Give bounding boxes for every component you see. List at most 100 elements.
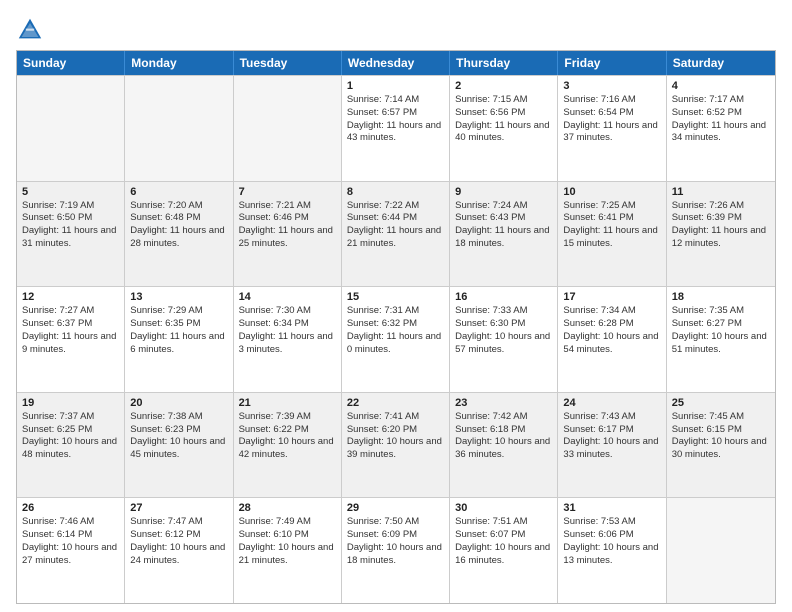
day-number: 11 (672, 186, 770, 198)
day-number: 3 (563, 80, 660, 92)
calendar-cell: 22 Sunrise: 7:41 AM Sunset: 6:20 PM Dayli… (342, 393, 450, 498)
calendar-cell: 14 Sunrise: 7:30 AM Sunset: 6:34 PM Dayli… (234, 287, 342, 392)
day-number: 9 (455, 186, 552, 198)
day-number: 8 (347, 186, 444, 198)
day-number: 12 (22, 291, 119, 303)
day-info: Sunrise: 7:25 AM Sunset: 6:41 PM Dayligh… (563, 200, 660, 251)
day-info: Sunrise: 7:15 AM Sunset: 6:56 PM Dayligh… (455, 94, 552, 145)
day-number: 24 (563, 397, 660, 409)
day-info: Sunrise: 7:42 AM Sunset: 6:18 PM Dayligh… (455, 411, 552, 462)
calendar: SundayMondayTuesdayWednesdayThursdayFrid… (16, 50, 776, 604)
day-number: 31 (563, 502, 660, 514)
calendar-cell: 30 Sunrise: 7:51 AM Sunset: 6:07 PM Dayli… (450, 498, 558, 603)
header-cell-sunday: Sunday (17, 51, 125, 75)
calendar-cell: 9 Sunrise: 7:24 AM Sunset: 6:43 PM Daylig… (450, 182, 558, 287)
header-cell-tuesday: Tuesday (234, 51, 342, 75)
logo-icon (16, 16, 44, 44)
day-number: 30 (455, 502, 552, 514)
day-info: Sunrise: 7:51 AM Sunset: 6:07 PM Dayligh… (455, 516, 552, 567)
day-info: Sunrise: 7:43 AM Sunset: 6:17 PM Dayligh… (563, 411, 660, 462)
calendar-row-1: 5 Sunrise: 7:19 AM Sunset: 6:50 PM Daylig… (17, 181, 775, 287)
day-number: 5 (22, 186, 119, 198)
day-number: 17 (563, 291, 660, 303)
calendar-cell: 19 Sunrise: 7:37 AM Sunset: 6:25 PM Dayli… (17, 393, 125, 498)
calendar-cell: 26Sunrise: 7:46 AM Sunset: 6:14 PM Dayli… (17, 498, 125, 603)
calendar-cell: 17 Sunrise: 7:34 AM Sunset: 6:28 PM Dayli… (558, 287, 666, 392)
day-number: 25 (672, 397, 770, 409)
day-info: Sunrise: 7:16 AM Sunset: 6:54 PM Dayligh… (563, 94, 660, 145)
day-info: Sunrise: 7:29 AM Sunset: 6:35 PM Dayligh… (130, 305, 227, 356)
calendar-cell: 23 Sunrise: 7:42 AM Sunset: 6:18 PM Dayli… (450, 393, 558, 498)
day-info: Sunrise: 7:24 AM Sunset: 6:43 PM Dayligh… (455, 200, 552, 251)
day-number: 28 (239, 502, 336, 514)
day-info: Sunrise: 7:37 AM Sunset: 6:25 PM Dayligh… (22, 411, 119, 462)
calendar-cell: 10Sunrise: 7:25 AM Sunset: 6:41 PM Dayli… (558, 182, 666, 287)
day-number: 16 (455, 291, 552, 303)
day-number: 23 (455, 397, 552, 409)
calendar-cell: 7Sunrise: 7:21 AM Sunset: 6:46 PM Daylig… (234, 182, 342, 287)
calendar-body: 1Sunrise: 7:14 AM Sunset: 6:57 PM Daylig… (17, 75, 775, 603)
calendar-cell (17, 76, 125, 181)
day-info: Sunrise: 7:30 AM Sunset: 6:34 PM Dayligh… (239, 305, 336, 356)
day-info: Sunrise: 7:14 AM Sunset: 6:57 PM Dayligh… (347, 94, 444, 145)
day-info: Sunrise: 7:34 AM Sunset: 6:28 PM Dayligh… (563, 305, 660, 356)
calendar-row-4: 26Sunrise: 7:46 AM Sunset: 6:14 PM Dayli… (17, 497, 775, 603)
day-info: Sunrise: 7:45 AM Sunset: 6:15 PM Dayligh… (672, 411, 770, 462)
day-info: Sunrise: 7:26 AM Sunset: 6:39 PM Dayligh… (672, 200, 770, 251)
day-number: 6 (130, 186, 227, 198)
calendar-cell: 8 Sunrise: 7:22 AM Sunset: 6:44 PM Daylig… (342, 182, 450, 287)
day-number: 27 (130, 502, 227, 514)
calendar-cell: 15 Sunrise: 7:31 AM Sunset: 6:32 PM Dayli… (342, 287, 450, 392)
day-info: Sunrise: 7:20 AM Sunset: 6:48 PM Dayligh… (130, 200, 227, 251)
calendar-row-2: 12 Sunrise: 7:27 AM Sunset: 6:37 PM Dayli… (17, 286, 775, 392)
header-cell-thursday: Thursday (450, 51, 558, 75)
calendar-cell: 21 Sunrise: 7:39 AM Sunset: 6:22 PM Dayli… (234, 393, 342, 498)
day-number: 19 (22, 397, 119, 409)
day-info: Sunrise: 7:47 AM Sunset: 6:12 PM Dayligh… (130, 516, 227, 567)
calendar-cell (667, 498, 775, 603)
calendar-row-3: 19 Sunrise: 7:37 AM Sunset: 6:25 PM Dayli… (17, 392, 775, 498)
day-number: 29 (347, 502, 444, 514)
header-cell-monday: Monday (125, 51, 233, 75)
day-info: Sunrise: 7:33 AM Sunset: 6:30 PM Dayligh… (455, 305, 552, 356)
day-info: Sunrise: 7:53 AM Sunset: 6:06 PM Dayligh… (563, 516, 660, 567)
day-number: 20 (130, 397, 227, 409)
day-info: Sunrise: 7:41 AM Sunset: 6:20 PM Dayligh… (347, 411, 444, 462)
day-info: Sunrise: 7:39 AM Sunset: 6:22 PM Dayligh… (239, 411, 336, 462)
day-number: 14 (239, 291, 336, 303)
day-number: 22 (347, 397, 444, 409)
calendar-cell: 6 Sunrise: 7:20 AM Sunset: 6:48 PM Daylig… (125, 182, 233, 287)
logo (16, 16, 46, 44)
day-info: Sunrise: 7:17 AM Sunset: 6:52 PM Dayligh… (672, 94, 770, 145)
page: SundayMondayTuesdayWednesdayThursdayFrid… (0, 0, 792, 612)
calendar-cell: 1Sunrise: 7:14 AM Sunset: 6:57 PM Daylig… (342, 76, 450, 181)
calendar-header-row: SundayMondayTuesdayWednesdayThursdayFrid… (17, 51, 775, 75)
day-number: 21 (239, 397, 336, 409)
calendar-cell: 29Sunrise: 7:50 AM Sunset: 6:09 PM Dayli… (342, 498, 450, 603)
day-number: 18 (672, 291, 770, 303)
calendar-cell: 5 Sunrise: 7:19 AM Sunset: 6:50 PM Daylig… (17, 182, 125, 287)
calendar-cell: 2 Sunrise: 7:15 AM Sunset: 6:56 PM Daylig… (450, 76, 558, 181)
calendar-cell (234, 76, 342, 181)
day-number: 4 (672, 80, 770, 92)
calendar-cell: 25 Sunrise: 7:45 AM Sunset: 6:15 PM Dayli… (667, 393, 775, 498)
calendar-cell: 12 Sunrise: 7:27 AM Sunset: 6:37 PM Dayli… (17, 287, 125, 392)
day-info: Sunrise: 7:38 AM Sunset: 6:23 PM Dayligh… (130, 411, 227, 462)
calendar-cell (125, 76, 233, 181)
calendar-cell: 20 Sunrise: 7:38 AM Sunset: 6:23 PM Dayli… (125, 393, 233, 498)
day-info: Sunrise: 7:27 AM Sunset: 6:37 PM Dayligh… (22, 305, 119, 356)
day-number: 2 (455, 80, 552, 92)
header-cell-wednesday: Wednesday (342, 51, 450, 75)
day-info: Sunrise: 7:31 AM Sunset: 6:32 PM Dayligh… (347, 305, 444, 356)
calendar-cell: 11 Sunrise: 7:26 AM Sunset: 6:39 PM Dayli… (667, 182, 775, 287)
day-info: Sunrise: 7:19 AM Sunset: 6:50 PM Dayligh… (22, 200, 119, 251)
header-cell-friday: Friday (558, 51, 666, 75)
calendar-cell: 16 Sunrise: 7:33 AM Sunset: 6:30 PM Dayli… (450, 287, 558, 392)
calendar-cell: 28Sunrise: 7:49 AM Sunset: 6:10 PM Dayli… (234, 498, 342, 603)
calendar-cell: 18Sunrise: 7:35 AM Sunset: 6:27 PM Dayli… (667, 287, 775, 392)
day-info: Sunrise: 7:21 AM Sunset: 6:46 PM Dayligh… (239, 200, 336, 251)
day-info: Sunrise: 7:22 AM Sunset: 6:44 PM Dayligh… (347, 200, 444, 251)
calendar-row-0: 1Sunrise: 7:14 AM Sunset: 6:57 PM Daylig… (17, 75, 775, 181)
day-number: 15 (347, 291, 444, 303)
header-cell-saturday: Saturday (667, 51, 775, 75)
